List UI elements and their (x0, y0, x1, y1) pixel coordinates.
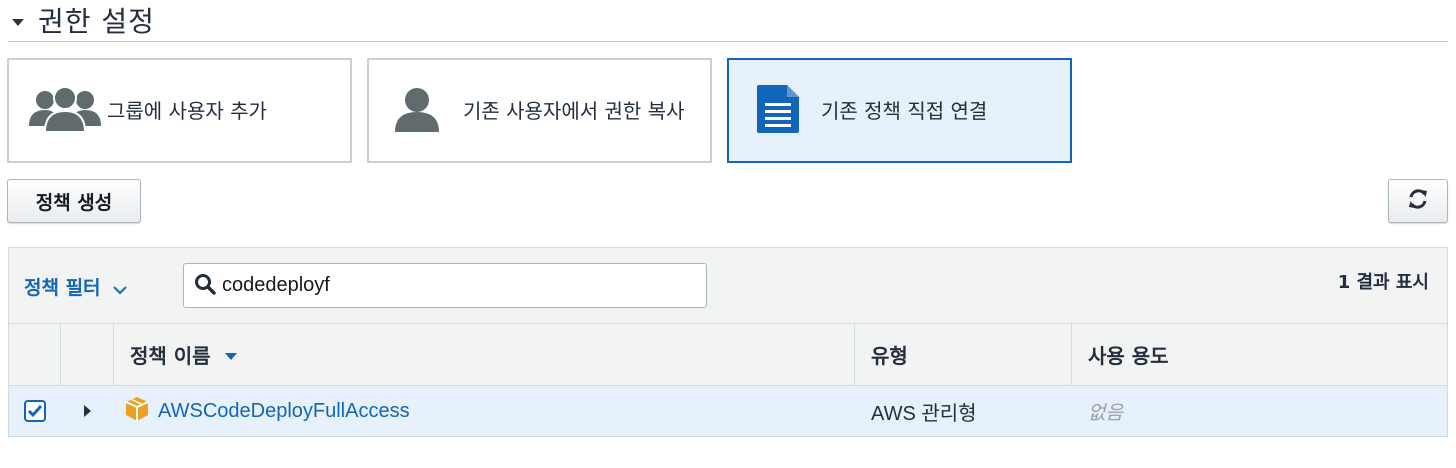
checkmark-icon (27, 405, 43, 418)
search-input[interactable] (222, 274, 682, 297)
policy-name-link[interactable]: AWSCodeDeployFullAccess (158, 400, 410, 423)
table-header: 정책 이름 유형 사용 용도 (9, 324, 1447, 386)
option-label: 기존 정책 직접 연결 (821, 98, 988, 123)
column-header-usage[interactable]: 사용 용도 (1072, 324, 1447, 385)
header-checkbox-cell (9, 324, 61, 385)
filter-dropdown-label: 정책 필터 (24, 277, 101, 299)
policy-type-cell: AWS 관리형 (855, 386, 1072, 436)
option-copy-permissions[interactable]: 기존 사용자에서 권한 복사 (367, 58, 712, 163)
column-header-policy-name[interactable]: 정책 이름 (114, 324, 855, 385)
policy-usage-cell: 없음 (1072, 386, 1447, 436)
refresh-button[interactable] (1388, 179, 1448, 223)
chevron-down-icon (112, 278, 127, 300)
collapse-caret-icon[interactable] (12, 18, 24, 26)
row-checkbox-cell (9, 386, 61, 436)
create-policy-button[interactable]: 정책 생성 (7, 179, 141, 223)
section-title: 권한 설정 (38, 5, 155, 38)
policy-usage: 없음 (1088, 401, 1123, 424)
column-header-label: 유형 (871, 344, 908, 368)
option-add-user-to-group[interactable]: 그룹에 사용자 추가 (7, 58, 352, 163)
policy-table: 정책 필터 1 결과 표시 정책 이름 유형 사용 용도 (8, 247, 1448, 438)
filter-bar: 정책 필터 1 결과 표시 (9, 248, 1447, 324)
policy-type: AWS 관리형 (871, 402, 977, 425)
result-count: 1 결과 표시 (1337, 272, 1429, 293)
users-group-icon (29, 85, 101, 136)
sort-desc-icon[interactable] (224, 352, 237, 360)
policy-name-cell: AWSCodeDeployFullAccess (114, 386, 855, 436)
row-checkbox[interactable] (24, 400, 46, 422)
permissions-section-header[interactable]: 권한 설정 (12, 0, 155, 40)
table-row[interactable]: AWSCodeDeployFullAccess AWS 관리형 없음 (9, 386, 1447, 437)
section-divider (8, 41, 1448, 42)
column-header-label: 정책 이름 (130, 344, 211, 368)
user-icon (393, 86, 441, 136)
header-expand-cell (61, 324, 114, 385)
expand-row-icon[interactable] (84, 405, 91, 417)
policy-filter-dropdown[interactable]: 정책 필터 (24, 273, 127, 300)
search-icon (194, 273, 216, 299)
column-header-type[interactable]: 유형 (855, 324, 1072, 385)
option-label: 기존 사용자에서 권한 복사 (463, 98, 685, 123)
option-attach-existing-policies[interactable]: 기존 정책 직접 연결 (727, 58, 1072, 163)
row-expand-cell (61, 386, 114, 436)
option-label: 그룹에 사용자 추가 (107, 98, 267, 123)
refresh-icon (1407, 188, 1429, 215)
policy-cube-icon (124, 396, 150, 427)
document-icon (755, 83, 801, 139)
column-header-label: 사용 용도 (1088, 344, 1169, 368)
policy-search-field[interactable] (183, 263, 707, 308)
